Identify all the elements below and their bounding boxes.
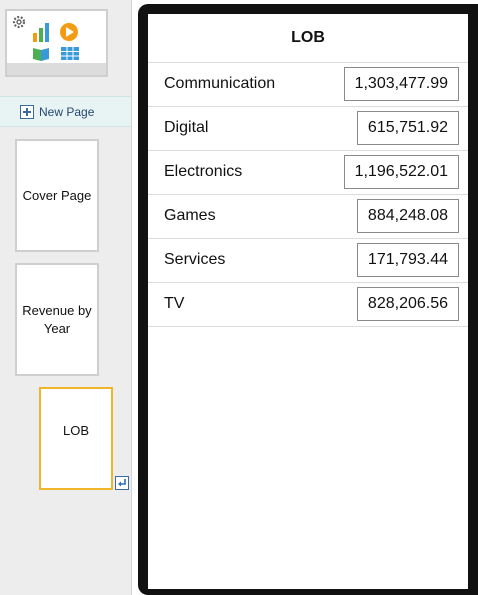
table-header: LOB [148,14,468,63]
table-row: Communication 1,303,477.99 [148,63,468,107]
row-label: Electronics [164,163,243,180]
row-label: Digital [164,119,209,136]
book-icon [33,48,49,61]
gear-icon[interactable] [11,14,27,35]
row-value[interactable]: 1,196,522.01 [343,155,459,189]
toolbar-thumbnail[interactable] [5,9,108,77]
page-thumbnail-cover[interactable]: Cover Page [15,139,99,252]
row-label: Services [164,251,226,268]
table-row: TV 828,206.56 [148,283,468,327]
thumbnail-strip [7,63,106,75]
row-label: Communication [164,75,276,92]
bar-chart-icon [33,23,49,42]
table-row: Services 171,793.44 [148,239,468,283]
row-label: TV [164,295,185,312]
row-value[interactable]: 1,303,477.99 [343,67,459,101]
new-page-label: New Page [39,105,95,119]
row-label: Games [164,207,216,224]
page-thumbnail-revenue-by-year[interactable]: Revenue by Year [15,263,99,376]
plus-icon [20,105,34,124]
return-arrow-icon[interactable] [115,476,129,495]
row-value[interactable]: 615,751.92 [356,111,459,145]
page-sidebar: New Page Cover Page Revenue by Year LOB [0,0,132,595]
device-screen: LOB Communication 1,303,477.99 Digital 6… [148,14,468,589]
table-row: Games 884,248.08 [148,195,468,239]
table-row: Digital 615,751.92 [148,107,468,151]
row-value[interactable]: 171,793.44 [356,243,459,277]
device-frame: LOB Communication 1,303,477.99 Digital 6… [138,4,478,595]
row-value[interactable]: 828,206.56 [356,287,459,321]
new-page-button[interactable]: New Page [0,96,131,127]
row-value[interactable]: 884,248.08 [356,199,459,233]
table-row: Electronics 1,196,522.01 [148,151,468,195]
play-icon [60,23,78,41]
grid-icon [61,47,79,60]
page-thumbnail-lob-selected[interactable]: LOB [39,387,113,490]
